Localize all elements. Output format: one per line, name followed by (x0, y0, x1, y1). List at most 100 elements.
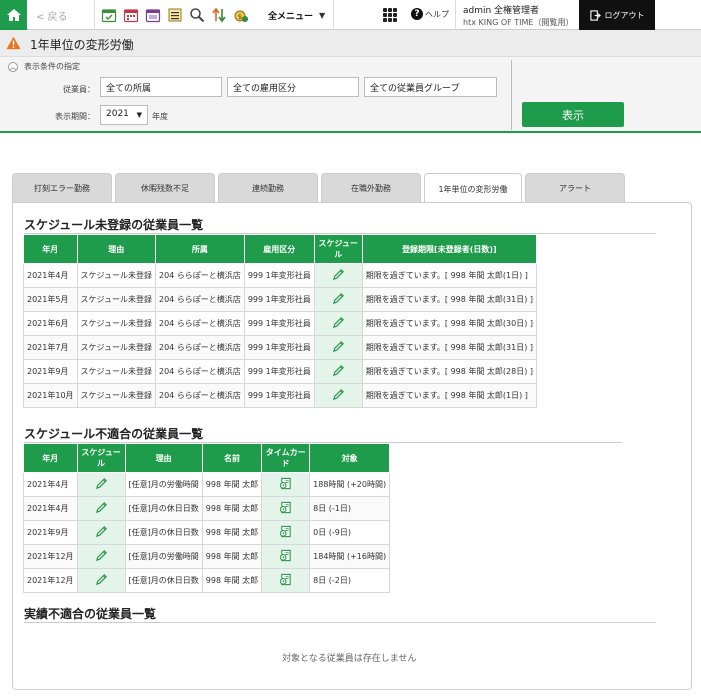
timecard-icon[interactable] (261, 520, 311, 545)
table-cell: スケジュール未登録 (76, 287, 157, 312)
show-button[interactable]: 表示 (522, 102, 624, 127)
calendar-year-icon[interactable] (144, 6, 161, 23)
timecard-icon[interactable] (261, 472, 311, 497)
column-header: 登録期限[未登録者(日数)] (361, 234, 538, 264)
chevron-up-icon: ︿ (8, 61, 18, 72)
edit-pencil-icon[interactable] (313, 335, 363, 360)
table-cell: 2021年12月 (23, 568, 78, 593)
timecard-icon[interactable] (261, 544, 311, 569)
table-row: 2021年5月 スケジュール未登録 204 ららぽーと横浜店 999 1年変形社員 期限… (23, 287, 538, 312)
calendar-check-icon[interactable] (100, 6, 117, 23)
table-row: 2021年12月 [任意]月の休日日数 998 年間 太郎 8日 (-2日) (23, 568, 391, 593)
table-cell: 2021年9月 (23, 520, 78, 545)
timecard-icon[interactable] (261, 496, 311, 521)
empty-message: 対象となる従業員は存在しません (282, 654, 417, 664)
list-icon[interactable] (166, 6, 183, 23)
table-cell: スケジュール未登録 (76, 335, 157, 360)
table-row: 2021年6月 スケジュール未登録 204 ららぽーと横浜店 999 1年変形社員 期限… (23, 311, 538, 336)
table-row: 2021年4月 スケジュール未登録 204 ららぽーと横浜店 999 1年変形社員 期限… (23, 263, 538, 288)
column-header: スケジュール (313, 234, 363, 264)
table-cell: 184時間 (+16時間) (309, 544, 391, 569)
table-cell: 204 ららぽーと横浜店 (155, 263, 245, 288)
page-title: 1年単位の変形労働 (30, 38, 134, 52)
column-header: 雇用区分 (243, 234, 315, 264)
table-cell: 998 年間 太郎 (201, 520, 263, 545)
column-header: 理由 (76, 234, 157, 264)
table-cell: 998 年間 太郎 (201, 496, 263, 521)
table-cell: 999 1年変形社員 (243, 287, 315, 312)
help-button[interactable]: ? ヘルプ (411, 8, 449, 20)
table-row: 2021年4月 [任意]月の休日日数 998 年間 太郎 8日 (-1日) (23, 496, 391, 521)
column-header: 名前 (201, 443, 263, 473)
table-cell: 998 年間 太郎 (201, 472, 263, 497)
table-cell: 0日 (-9日) (309, 520, 391, 545)
table-cell: 188時間 (+20時間) (309, 472, 391, 497)
table-cell: 2021年6月 (23, 311, 78, 336)
edit-pencil-icon[interactable] (76, 520, 126, 545)
home-button[interactable] (0, 0, 27, 30)
table-cell: 999 1年変形社員 (243, 311, 315, 336)
employment-type-select[interactable]: 全ての雇用区分 (227, 77, 359, 97)
edit-pencil-icon[interactable] (313, 287, 363, 312)
column-header: 対象 (309, 443, 391, 473)
edit-pencil-icon[interactable] (76, 472, 126, 497)
user-name: admin 全権管理者 (463, 6, 540, 16)
table-cell: 2021年5月 (23, 287, 78, 312)
edit-pencil-icon[interactable] (76, 568, 126, 593)
back-button[interactable]: < 戻る (36, 8, 68, 23)
search-icon[interactable] (188, 6, 205, 23)
section-title-unregistered: スケジュール未登録の従業員一覧 (24, 218, 204, 232)
edit-pencil-icon[interactable] (313, 359, 363, 384)
chevron-down-icon: ▼ (319, 11, 326, 20)
logout-button[interactable]: ログアウト (579, 0, 655, 30)
logout-label: ログアウト (604, 10, 645, 20)
table-cell: 2021年4月 (23, 263, 78, 288)
tab-punch-error[interactable]: 打刻エラー勤務 (12, 173, 112, 203)
timecard-icon[interactable] (261, 568, 311, 593)
column-header: スケジュール (76, 443, 126, 473)
table-cell: 999 1年変形社員 (243, 359, 315, 384)
table-cell: スケジュール未登録 (76, 383, 157, 408)
tab-annual-variable-labor[interactable]: 1年単位の変形労働 (424, 173, 522, 204)
year-select[interactable]: 2021 ▼ (100, 105, 148, 125)
employee-group-select[interactable]: 全ての従業員グループ (364, 77, 497, 97)
chevron-down-icon: ▼ (136, 111, 142, 119)
money-bag-icon[interactable]: $ (232, 6, 249, 23)
filter-toggle-label: 表示条件の指定 (24, 62, 80, 71)
table-cell: 2021年9月 (23, 359, 78, 384)
edit-pencil-icon[interactable] (76, 496, 126, 521)
column-header: 理由 (124, 443, 203, 473)
table-row: 2021年9月 [任意]月の休日日数 998 年間 太郎 0日 (-9日) (23, 520, 391, 545)
warning-icon (6, 36, 21, 50)
edit-pencil-icon[interactable] (76, 544, 126, 569)
table-cell: スケジュール未登録 (76, 311, 157, 336)
filter-toggle[interactable]: ︿ 表示条件の指定 (8, 61, 80, 72)
edit-pencil-icon[interactable] (313, 263, 363, 288)
table-row: 2021年12月 [任意]月の労働時間 998 年間 太郎 184時間 (+16時間) (23, 544, 391, 569)
tab-alert[interactable]: アラート (525, 173, 625, 203)
divider (511, 60, 512, 130)
period-label: 表示期間： (55, 112, 95, 121)
tab-leave-shortage[interactable]: 休暇残数不足 (115, 173, 215, 203)
edit-pencil-icon[interactable] (313, 383, 363, 408)
table-cell: [任意]月の休日日数 (124, 496, 203, 521)
all-menu-dropdown[interactable]: 全メニュー (268, 9, 313, 22)
unregistered-table: 年月 理由 所属 雇用区分 スケジュール 登録期限[未登録者(日数)] 2021… (23, 234, 538, 408)
table-cell: 999 1年変形社員 (243, 383, 315, 408)
divider (24, 622, 656, 623)
calendar-icon[interactable] (122, 6, 139, 23)
table-cell: 998 年間 太郎 (201, 544, 263, 569)
sort-arrows-icon[interactable] (210, 6, 227, 23)
table-cell: 999 1年変形社員 (243, 335, 315, 360)
department-select[interactable]: 全ての所属 (100, 77, 222, 97)
tab-out-of-employment[interactable]: 在職外勤務 (321, 173, 421, 203)
table-cell: 998 年間 太郎 (201, 568, 263, 593)
tab-consecutive-work[interactable]: 連続勤務 (218, 173, 318, 203)
help-label: ヘルプ (425, 9, 449, 19)
user-organization: htx KING OF TIME（閲覧用） (463, 18, 574, 27)
divider (94, 0, 95, 30)
apps-grid-icon[interactable] (383, 8, 397, 22)
table-cell: [任意]月の休日日数 (124, 520, 203, 545)
table-cell: 204 ららぽーと横浜店 (155, 287, 245, 312)
edit-pencil-icon[interactable] (313, 311, 363, 336)
